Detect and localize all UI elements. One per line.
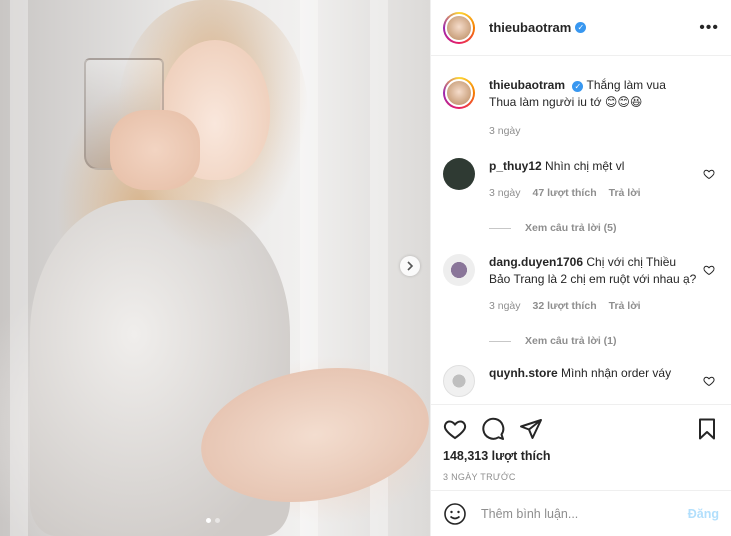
comment-input[interactable] [481,506,688,521]
like-comment-heart-icon[interactable] [703,264,715,276]
comment-text: Mình nhận order váy [561,366,672,380]
caption-username[interactable]: thieubaotram [489,78,565,92]
view-replies-label: Xem câu trả lời (5) [525,222,617,234]
comment-text: Nhìn chị mệt vl [545,159,625,173]
post-comment-button[interactable]: Đăng [688,507,719,521]
comment-username[interactable]: quynh.store [489,366,558,380]
photo-subject-hand [110,110,200,190]
comment-item: dang.duyen1706 Chị với chị Thiều Bảo Tra… [443,254,719,315]
comment-likes[interactable]: 32 lượt thích [533,298,597,315]
comment-bubble-icon[interactable] [481,417,505,441]
comment-likes[interactable]: 47 lượt thích [533,185,597,202]
commenter-avatar[interactable] [443,254,475,286]
like-comment-heart-icon[interactable] [703,375,715,387]
view-replies-label: Xem câu trả lời (1) [525,335,617,347]
author-username[interactable]: thieubaotram [489,20,571,35]
comment-item: quynh.store Mình nhận order váy [443,365,719,397]
chevron-right-icon [407,261,414,271]
post-side-panel: thieubaotram ✓ ••• thieubaotram ✓ Thắng … [430,0,731,536]
comment-username[interactable]: p_thuy12 [489,159,542,173]
instagram-post: thieubaotram ✓ ••• thieubaotram ✓ Thắng … [0,0,731,536]
verified-badge-icon: ✓ [572,81,584,92]
comment-time[interactable]: 3 ngày [489,185,521,202]
carousel-dot-active [206,518,211,523]
post-header: thieubaotram ✓ ••• [431,0,731,56]
comment-time[interactable]: 3 ngày [489,298,521,315]
more-options-icon[interactable]: ••• [699,19,719,36]
curtain [10,0,28,536]
post-actions: 148,313 lượt thích 3 NGÀY TRƯỚC [431,404,731,482]
caption-text-line2: Thua làm người iu tớ 😊😊😆 [489,95,643,109]
comment-username[interactable]: dang.duyen1706 [489,255,583,269]
verified-badge-icon: ✓ [575,22,587,33]
share-send-icon[interactable] [519,417,543,441]
carousel-dot [215,518,220,523]
divider-line [489,340,511,342]
post-time-ago[interactable]: 3 NGÀY TRƯỚC [443,472,719,482]
comments-list[interactable]: thieubaotram ✓ Thắng làm vua Thua làm ng… [431,57,731,403]
reply-button[interactable]: Trả lời [609,185,641,202]
view-replies-button[interactable]: Xem câu trả lời (1) [489,335,719,347]
view-replies-button[interactable]: Xem câu trả lời (5) [489,222,719,234]
like-comment-heart-icon[interactable] [703,168,715,180]
caption-time[interactable]: 3 ngày [489,123,521,140]
reply-button[interactable]: Trả lời [609,298,641,315]
add-comment-bar: Đăng [431,490,731,536]
action-icons [443,413,719,445]
like-heart-icon[interactable] [443,417,467,441]
bookmark-icon[interactable] [695,417,719,441]
carousel-next-button[interactable] [400,256,420,276]
author-avatar[interactable] [443,11,475,44]
likes-count[interactable]: 148,313 lượt thích [443,449,719,463]
emoji-icon[interactable] [443,502,467,526]
caption-text-line1: Thắng làm vua [586,78,666,92]
divider-line [489,227,511,229]
post-caption: thieubaotram ✓ Thắng làm vua Thua làm ng… [443,77,719,140]
caption-author-avatar[interactable] [443,77,475,109]
post-photo[interactable] [0,0,430,536]
carousel-indicator [206,518,220,523]
commenter-avatar[interactable] [443,158,475,190]
commenter-avatar[interactable] [443,365,475,397]
comment-item: p_thuy12 Nhìn chị mệt vl 3 ngày 47 lượt … [443,158,719,202]
